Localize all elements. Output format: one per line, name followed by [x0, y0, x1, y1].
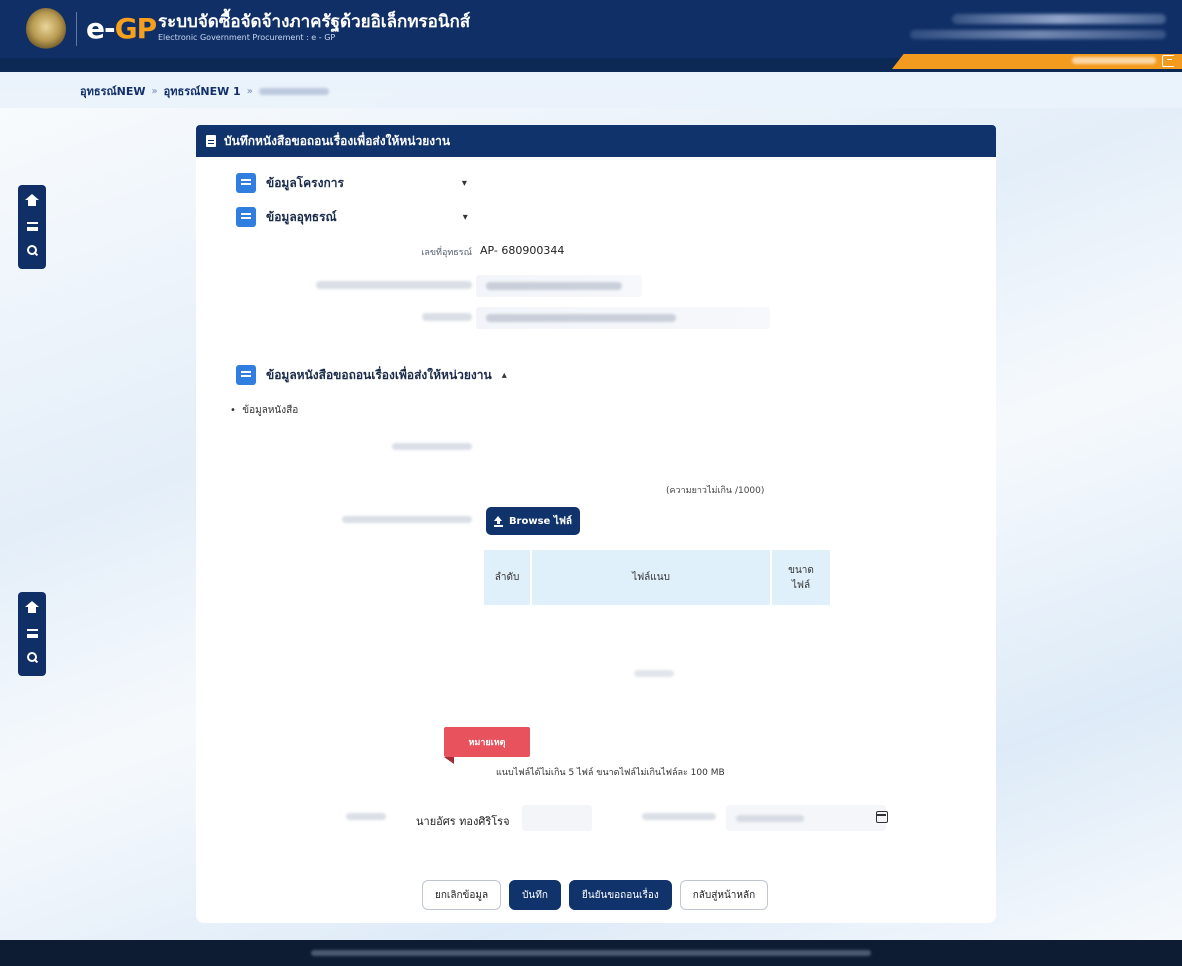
- logo-suffix: GP: [114, 12, 158, 45]
- chevron-down-icon[interactable]: ▾: [462, 178, 467, 189]
- section-label: ข้อมูลหนังสือขอถอนเรื่องเพื่อส่งให้หน่วย…: [266, 367, 492, 382]
- appeal-name-field: [476, 307, 770, 329]
- requester-label: [346, 813, 386, 820]
- logo-prefix: e-: [86, 12, 116, 45]
- table-empty-message: [634, 670, 674, 677]
- breadcrumb-item-appeal-new[interactable]: อุทธรณ์NEW: [80, 82, 146, 100]
- logout-icon[interactable]: [1162, 55, 1174, 67]
- letter-subheading-text: ข้อมูลหนังสือ: [242, 405, 299, 416]
- letter-subheading: • ข้อมูลหนังสือ: [230, 405, 299, 416]
- list-icon: [236, 207, 256, 227]
- card-title: บันทึกหนังสือขอถอนเรื่องเพื่อส่งให้หน่วย…: [224, 133, 451, 148]
- top-header: e-GP ระบบจัดซื้อจัดจ้างภาครัฐด้วยอิเล็กท…: [0, 0, 1182, 58]
- list-icon: [236, 173, 256, 193]
- requester-field-tail: [522, 805, 592, 831]
- cancel-data-button[interactable]: ยกเลิกข้อมูล: [422, 880, 502, 910]
- table-header-size: ขนาดไฟล์: [772, 550, 830, 605]
- side-nav-bottom: [18, 592, 46, 676]
- withdraw-date-value: [736, 815, 804, 822]
- date-text: [1072, 57, 1156, 64]
- page-footer: [0, 940, 1182, 966]
- section-withdraw-letter[interactable]: ข้อมูลหนังสือขอถอนเรื่องเพื่อส่งให้หน่วย…: [236, 365, 507, 385]
- side-nav-top: [18, 185, 46, 269]
- breadcrumb-separator-icon: »: [246, 85, 253, 97]
- section-label: ข้อมูลโครงการ: [266, 175, 344, 190]
- breadcrumb-item-current: [258, 87, 329, 95]
- menu-icon[interactable]: [26, 222, 38, 232]
- note-badge-fold: [444, 757, 454, 764]
- chevron-down-icon[interactable]: ▾: [463, 212, 468, 223]
- egp-logo[interactable]: e-GP: [86, 12, 158, 45]
- section-label: ข้อมูลอุทธรณ์: [266, 209, 337, 224]
- appeal-no-value: AP- 680900344: [480, 244, 565, 257]
- requester-value: นายอัศร ทองศิริโรจ: [416, 815, 510, 828]
- note-text: แนบไฟล์ได้ไม่เกิน 5 ไฟล์ ขนาดไฟล์ไม่เกิน…: [496, 768, 725, 778]
- table-header-no: ลำดับ: [484, 550, 532, 605]
- letter-detail-label: [392, 443, 472, 450]
- home-icon[interactable]: [25, 193, 39, 209]
- breadcrumb-separator-icon: »: [151, 85, 158, 97]
- section-project-info[interactable]: ข้อมูลโครงการ ▾: [236, 173, 467, 193]
- list-icon: [236, 365, 256, 385]
- menu-icon[interactable]: [26, 629, 38, 639]
- card-header: บันทึกหนังสือขอถอนเรื่องเพื่อส่งให้หน่วย…: [196, 125, 996, 157]
- action-buttons: ยกเลิกข้อมูล บันทึก ยืนยันขอถอนเรื่อง กล…: [422, 880, 769, 910]
- confirm-withdraw-button[interactable]: ยืนยันขอถอนเรื่อง: [568, 880, 672, 910]
- user-agency: [910, 30, 1166, 39]
- save-button[interactable]: บันทึก: [509, 880, 561, 910]
- system-title: ระบบจัดซื้อจัดจ้างภาครัฐด้วยอิเล็กทรอนิก…: [158, 12, 471, 32]
- section-appeal-info[interactable]: ข้อมูลอุทธรณ์ ▾: [236, 207, 468, 227]
- table-header-file: ไฟล์แนบ: [532, 550, 772, 605]
- withdraw-date-label: [642, 813, 716, 820]
- chevron-up-icon[interactable]: ▴: [502, 370, 507, 381]
- upload-icon: [493, 516, 503, 527]
- attachment-table: ลำดับ ไฟล์แนบ ขนาดไฟล์: [484, 550, 830, 605]
- search-icon[interactable]: [26, 652, 38, 663]
- government-seal-logo: [26, 8, 66, 50]
- search-icon[interactable]: [26, 245, 38, 256]
- browse-file-label: Browse ไฟล์: [508, 515, 573, 527]
- appeal-id-field: [476, 275, 642, 297]
- appeal-id-label: [316, 281, 472, 289]
- withdraw-date-input[interactable]: [726, 805, 886, 831]
- system-subtitle: Electronic Government Procurement : e - …: [158, 33, 336, 42]
- header-divider: [76, 12, 77, 46]
- document-icon: [206, 135, 216, 147]
- footer-text: [311, 950, 871, 956]
- back-to-home-button[interactable]: กลับสู่หน้าหลัก: [679, 880, 769, 910]
- calendar-icon[interactable]: [876, 811, 888, 823]
- appeal-name-label: [422, 313, 472, 321]
- home-icon[interactable]: [25, 600, 39, 616]
- breadcrumb: อุทธรณ์NEW » อุทธรณ์NEW 1 »: [0, 74, 1182, 108]
- user-name[interactable]: [952, 14, 1166, 24]
- browse-file-button[interactable]: Browse ไฟล์: [486, 507, 580, 535]
- breadcrumb-item-appeal-new-1[interactable]: อุทธรณ์NEW 1: [164, 82, 241, 100]
- attachment-label: [342, 516, 472, 523]
- char-counter: (ความยาวไม่เกิน /1000): [666, 486, 765, 496]
- note-badge: หมายเหตุ: [444, 727, 530, 757]
- appeal-no-label: เลขที่อุทธรณ์: [421, 248, 472, 258]
- withdraw-letter-card: บันทึกหนังสือขอถอนเรื่องเพื่อส่งให้หน่วย…: [196, 125, 996, 923]
